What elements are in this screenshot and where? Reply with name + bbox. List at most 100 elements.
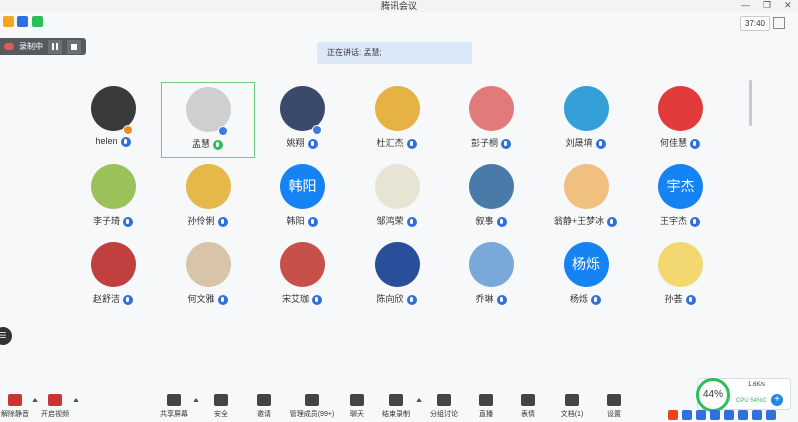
- mic-icon: [591, 294, 601, 305]
- participant-name: 刘晟堉: [539, 136, 633, 149]
- participant-name: 杜汇杰: [350, 136, 444, 149]
- breakout-button[interactable]: 分组讨论: [421, 394, 467, 419]
- participant-tile[interactable]: 翁静+王梦冰: [539, 160, 633, 236]
- participant-name: 翁静+王梦冰: [539, 214, 633, 227]
- participant-tile[interactable]: 何佳慧: [633, 82, 727, 158]
- system-tray: [668, 408, 780, 422]
- avatar: [91, 164, 136, 209]
- participant-tile[interactable]: 乔琳: [444, 238, 538, 314]
- settings-button[interactable]: 设置: [591, 394, 637, 419]
- participant-name-text: 杜汇杰: [376, 138, 404, 148]
- participant-name: 何佳慧: [633, 136, 727, 149]
- participant-name-text: 何佳慧: [659, 138, 687, 148]
- participant-tile[interactable]: 杨烁 杨烁: [539, 238, 633, 314]
- participant-tile[interactable]: 杜汇杰: [350, 82, 444, 158]
- participant-name: 李子琦: [66, 214, 160, 227]
- mic-icon: [120, 136, 131, 147]
- participant-tile[interactable]: 韩阳 韩阳: [255, 160, 349, 236]
- participant-name: 孟慧: [162, 137, 254, 150]
- window-title: 腾讯会议: [380, 1, 417, 11]
- ime-icon[interactable]: [668, 410, 678, 420]
- avatar: [280, 242, 325, 287]
- participant-tile[interactable]: 宇杰 王宇杰: [633, 160, 727, 236]
- restore-icon[interactable]: ❐: [763, 0, 771, 10]
- shield-icon: [214, 394, 228, 406]
- participant-tile[interactable]: 孟慧: [160, 82, 255, 158]
- stop-recording-button[interactable]: [67, 39, 81, 54]
- participant-tile[interactable]: helen: [66, 82, 160, 158]
- participant-name-text: 李子琦: [92, 216, 120, 226]
- participant-tile[interactable]: 刘晟堉: [539, 82, 633, 158]
- emoji-button[interactable]: 表情: [505, 394, 551, 419]
- participant-tile[interactable]: 邹鸿荣: [350, 160, 444, 236]
- participant-name: 陈向欣: [350, 292, 444, 305]
- participant-tile[interactable]: 何文雅: [161, 238, 255, 314]
- add-icon[interactable]: +: [771, 394, 783, 406]
- close-icon[interactable]: ✕: [784, 0, 792, 10]
- language-icon[interactable]: [682, 410, 692, 420]
- avatar: [374, 242, 420, 287]
- invite-button[interactable]: 邀请: [241, 394, 287, 419]
- live-icon: [479, 394, 493, 406]
- keyboard-icon[interactable]: [738, 410, 748, 420]
- title-bar: 腾讯会议 — ❐ ✕: [0, 0, 798, 12]
- participant-name-text: 刘晟堉: [565, 138, 593, 148]
- network-speed: 1.6K/s: [748, 382, 766, 388]
- end-recording-button[interactable]: 结束录制: [373, 394, 419, 419]
- fullscreen-icon[interactable]: [773, 17, 785, 29]
- participant-name-text: 王宇杰: [659, 216, 687, 226]
- participant-name-text: 姚翔: [286, 138, 305, 148]
- participant-name: 杨烁: [539, 292, 633, 305]
- mic-tray-icon[interactable]: [724, 410, 734, 420]
- apps-icon[interactable]: [752, 410, 762, 420]
- emoji-tray-icon[interactable]: [710, 410, 720, 420]
- participant-tile[interactable]: 赵舒洁: [66, 238, 160, 314]
- documents-button[interactable]: 文档(1): [549, 394, 595, 419]
- video-options-button[interactable]: [71, 394, 81, 402]
- mic-icon: [685, 294, 696, 305]
- minimize-icon[interactable]: —: [741, 0, 750, 10]
- participant-tile[interactable]: 彭子桐: [444, 82, 538, 158]
- info-icon[interactable]: [3, 16, 14, 27]
- share-screen-icon: [167, 394, 181, 406]
- shield-icon[interactable]: [17, 16, 28, 27]
- avatar: [374, 86, 420, 131]
- participant-tile[interactable]: 孙荟: [633, 238, 727, 314]
- avatar: [185, 242, 231, 287]
- participant-name: 孙伶俐: [161, 214, 255, 227]
- pause-recording-button[interactable]: [48, 39, 62, 54]
- mic-icon: [607, 216, 618, 227]
- mic-icon: [690, 216, 700, 227]
- avatar: [469, 242, 514, 287]
- scrollbar[interactable]: [749, 80, 752, 126]
- participant-tile[interactable]: 孙伶俐: [161, 160, 255, 236]
- participant-tile[interactable]: 姚翔: [255, 82, 349, 158]
- security-button[interactable]: 安全: [198, 394, 244, 419]
- mic-icon: [217, 216, 228, 227]
- participant-name-text: 叙事: [475, 216, 494, 226]
- signal-icon[interactable]: [32, 16, 43, 27]
- participant-tile[interactable]: 宋艾珈: [255, 238, 349, 314]
- menu-icon[interactable]: [766, 410, 776, 420]
- participant-tile[interactable]: 李子琦: [66, 160, 160, 236]
- participant-name: 宋艾珈: [255, 292, 349, 305]
- manage-members-button[interactable]: 管理成员(99+): [289, 394, 335, 419]
- mic-icon: [307, 138, 318, 149]
- live-button[interactable]: 直播: [463, 394, 509, 419]
- participant-tile[interactable]: 陈向欣: [350, 238, 444, 314]
- avatar: [658, 86, 703, 131]
- mic-icon: [496, 216, 507, 227]
- recording-label: 录制中: [19, 42, 43, 51]
- participant-name: 孙荟: [633, 292, 727, 305]
- gear-icon: [607, 394, 621, 406]
- avatar: [658, 242, 703, 287]
- more-icon[interactable]: ☰: [0, 327, 12, 345]
- members-icon: [305, 394, 319, 406]
- participant-name-text: 孙伶俐: [187, 216, 215, 226]
- participant-name-text: 宋艾珈: [281, 294, 309, 304]
- participant-tile[interactable]: 叙事: [444, 160, 538, 236]
- punctuation-icon[interactable]: [696, 410, 706, 420]
- invite-icon: [257, 394, 271, 406]
- mic-icon: [213, 139, 223, 150]
- participant-name: 彭子桐: [444, 136, 538, 149]
